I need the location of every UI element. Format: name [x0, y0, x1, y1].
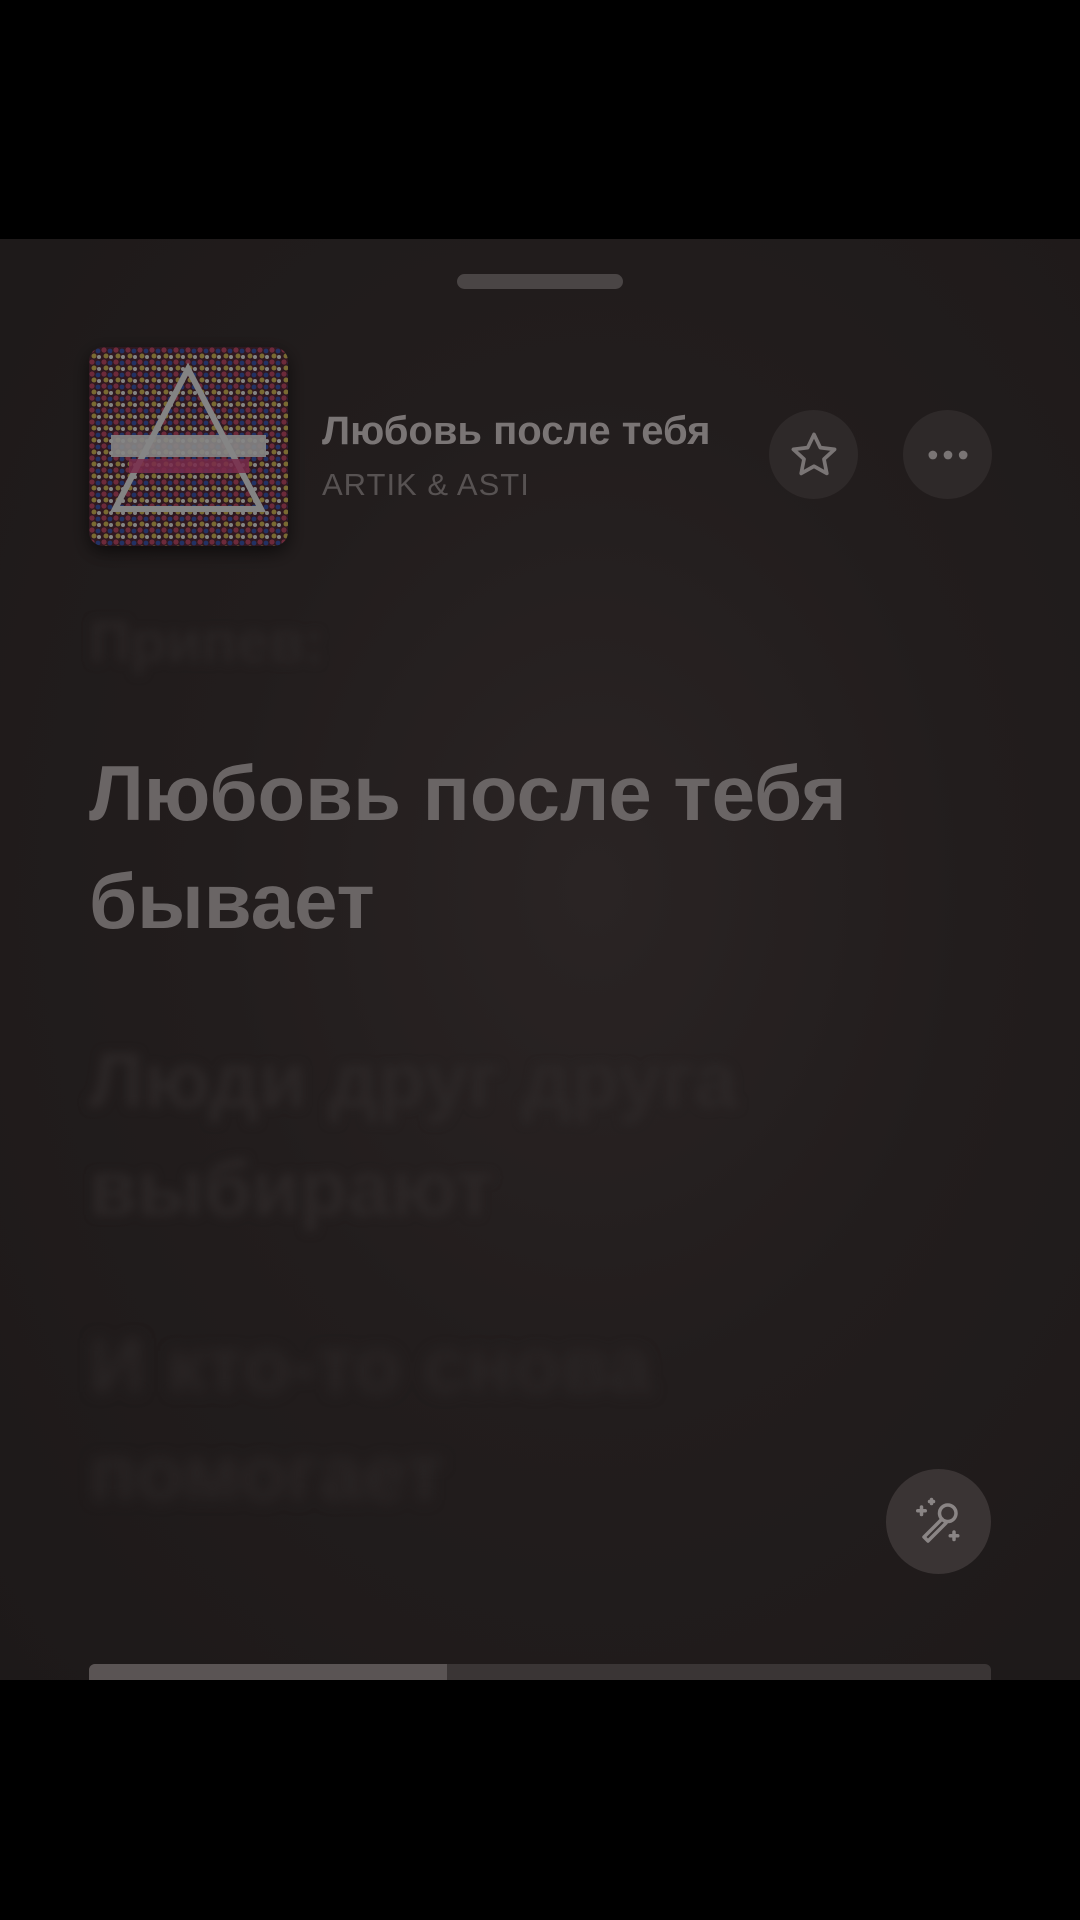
lyric-text: бывает	[89, 857, 375, 945]
playback-progress-bar[interactable]	[89, 1664, 991, 1680]
karaoke-mode-button[interactable]	[886, 1469, 991, 1574]
lyric-text: помогает	[89, 1429, 444, 1517]
album-cover[interactable]	[89, 347, 288, 546]
track-artist[interactable]: ARTIK & ASTI	[322, 467, 530, 503]
lyric-text: И кто-то снова	[89, 1321, 652, 1409]
screen: Любовь после тебя ARTIK & ASTI Припев: Л…	[0, 0, 1080, 1920]
lyric-line-next[interactable]: Люди друг друга выбирают	[89, 1026, 738, 1242]
album-cover-art	[89, 347, 288, 546]
star-outline-icon	[791, 432, 836, 475]
microphone-sparkle-icon	[915, 1497, 959, 1543]
lyric-text: выбирают	[89, 1144, 494, 1232]
lyric-text: Любовь после тебя	[89, 749, 847, 837]
lyric-text: Припев:	[89, 610, 325, 675]
lyrics-sheet: Любовь после тебя ARTIK & ASTI Припев: Л…	[0, 239, 1080, 1680]
favorite-button[interactable]	[769, 410, 858, 499]
track-title: Любовь после тебя	[322, 409, 711, 453]
lyric-line-next[interactable]: И кто-то снова помогает	[89, 1311, 652, 1527]
ellipsis-icon	[928, 450, 967, 459]
more-options-button[interactable]	[903, 410, 992, 499]
lyric-line-current[interactable]: Любовь после тебя бывает	[89, 739, 847, 955]
sheet-grabber-handle[interactable]	[457, 274, 623, 289]
lyric-text: Люди друг друга	[89, 1036, 738, 1124]
lyric-line-previous[interactable]: Припев:	[89, 589, 324, 697]
playback-progress-fill	[89, 1664, 448, 1680]
